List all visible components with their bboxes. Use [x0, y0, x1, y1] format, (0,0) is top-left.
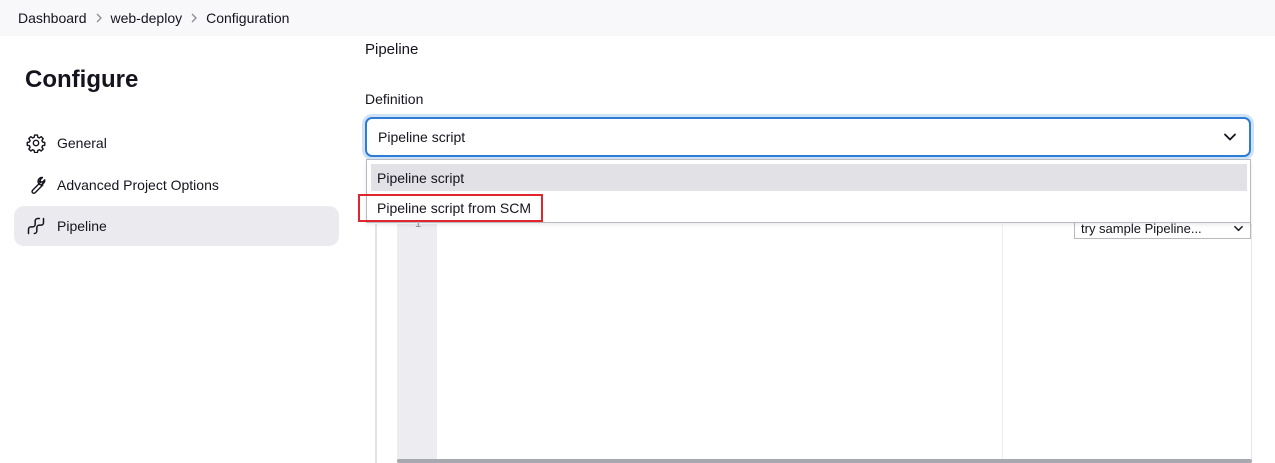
sidebar-item-label: Advanced Project Options: [57, 177, 219, 193]
chevron-down-icon: [1223, 130, 1237, 144]
sidebar-item-general[interactable]: General: [14, 123, 339, 163]
definition-dropdown-menu: Pipeline script Pipeline script from SCM: [366, 159, 1251, 223]
gear-icon: [25, 132, 47, 154]
sidebar-item-label: General: [57, 135, 107, 151]
option-pipeline-script[interactable]: Pipeline script: [371, 164, 1247, 191]
definition-select[interactable]: Pipeline script: [365, 117, 1251, 157]
page-title: Configure: [25, 66, 139, 93]
definition-selected-value: Pipeline script: [378, 129, 466, 145]
sidebar-item-label: Pipeline: [57, 218, 107, 234]
section-indent-rule: [375, 224, 377, 463]
section-title: Pipeline: [365, 41, 419, 58]
option-label: Pipeline script: [377, 169, 465, 186]
sidebar-item-pipeline[interactable]: Pipeline: [14, 206, 339, 246]
definition-label: Definition: [365, 91, 424, 107]
sidebar-item-advanced-project-options[interactable]: Advanced Project Options: [14, 165, 339, 205]
breadcrumb: Dashboard web-deploy Configuration: [0, 0, 1275, 36]
option-pipeline-script-from-scm[interactable]: Pipeline script from SCM: [371, 194, 1247, 221]
chevron-right-icon: [87, 13, 111, 23]
breadcrumb-configuration: Configuration: [206, 10, 290, 26]
editor-gutter: 1: [397, 218, 437, 463]
breadcrumb-dashboard[interactable]: Dashboard: [18, 10, 87, 26]
chevron-right-icon: [182, 13, 206, 23]
editor-scrollbar[interactable]: [397, 459, 1252, 463]
chevron-down-icon: [1233, 223, 1244, 234]
wrench-icon: [25, 174, 47, 196]
pipeline-icon: [25, 215, 47, 237]
breadcrumb-web-deploy[interactable]: web-deploy: [111, 10, 183, 26]
editor-divider: [1002, 224, 1003, 463]
option-label: Pipeline script from SCM: [377, 199, 532, 216]
script-editor[interactable]: 1: [397, 218, 1252, 463]
